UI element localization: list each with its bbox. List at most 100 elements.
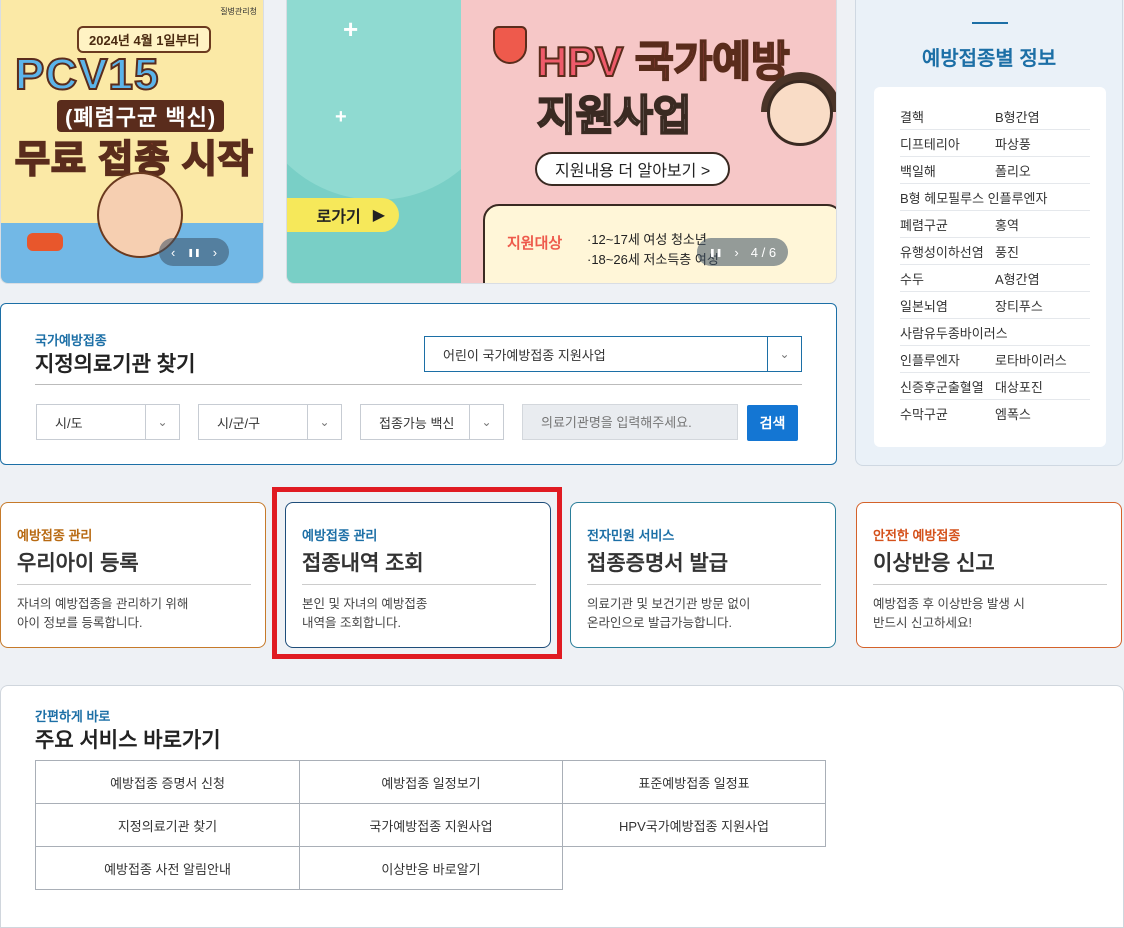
vaccine-link[interactable]: 유행성이하선염: [900, 242, 995, 261]
vaccine-link[interactable]: 수두: [900, 269, 995, 288]
card-desc-line: 반드시 신고하세요!: [873, 616, 972, 630]
program-select-value: 어린이 국가예방접종 지원사업: [443, 347, 606, 363]
card-desc-line: 본인 및 자녀의 예방접종: [302, 597, 428, 611]
vaccine-link[interactable]: 인플루엔자: [900, 350, 995, 369]
vaccine-link[interactable]: 엠폭스: [995, 404, 1090, 423]
prev-icon[interactable]: ‹: [171, 245, 175, 260]
vaccine-select[interactable]: 접종가능 백신 ⌄: [360, 404, 504, 440]
card-category: 예방접종 관리: [17, 528, 93, 543]
vaccine-link[interactable]: 폐렴구균: [900, 215, 995, 234]
vaccine-link[interactable]: 풍진: [995, 242, 1090, 261]
next-icon[interactable]: ›: [734, 245, 738, 260]
card-description: 본인 및 자녀의 예방접종 내역을 조회합니다.: [302, 595, 542, 633]
plus-icon: +: [343, 14, 359, 44]
quick-title: 주요 서비스 바로가기: [35, 729, 221, 752]
plus-icon: +: [335, 106, 347, 128]
finder-subtitle: 국가예방접종: [35, 333, 107, 348]
chevron-down-icon: ⌄: [469, 405, 503, 439]
vaccine-link[interactable]: 신증후군출혈열: [900, 377, 995, 396]
quick-link[interactable]: 지정의료기관 찾기: [35, 803, 300, 847]
vaccine-link[interactable]: 결핵: [900, 107, 995, 126]
card-desc-line: 예방접종 후 이상반응 발생 시: [873, 597, 1025, 611]
vaccine-link[interactable]: 로타바이러스: [995, 350, 1090, 369]
vaccine-select-value: 접종가능 백신: [379, 415, 455, 431]
finder-divider: [35, 384, 802, 385]
vaccine-link[interactable]: 일본뇌염: [900, 296, 995, 315]
card-desc-line: 아이 정보를 등록합니다.: [17, 616, 143, 630]
learn-more-button[interactable]: 지원내용 더 알아보기 >: [535, 152, 731, 186]
card-description: 예방접종 후 이상반응 발생 시 반드시 신고하세요!: [873, 595, 1113, 633]
quick-link[interactable]: HPV국가예방접종 지원사업: [562, 803, 826, 847]
card-title: 이상반응 신고: [873, 552, 995, 575]
card-description: 자녀의 예방접종을 관리하기 위해 아이 정보를 등록합니다.: [17, 595, 257, 633]
quick-link[interactable]: 표준예방접종 일정표: [562, 760, 826, 804]
quick-link[interactable]: 국가예방접종 지원사업: [299, 803, 563, 847]
quick-link[interactable]: 예방접종 일정보기: [299, 760, 563, 804]
pause-icon[interactable]: ❚❚: [709, 248, 722, 257]
sido-select-value: 시/도: [55, 415, 83, 431]
pause-icon[interactable]: ❚❚: [187, 248, 200, 257]
vaccine-row: 사람유두종바이러스: [900, 319, 1090, 346]
vaccine-link[interactable]: 디프테리아: [900, 134, 995, 153]
slide-counter: 4 / 6: [750, 244, 777, 260]
adverse-reaction-card[interactable]: 안전한 예방접종 이상반응 신고 예방접종 후 이상반응 발생 시 반드시 신고…: [856, 502, 1122, 648]
quick-links-section: 간편하게 바로 주요 서비스 바로가기 예방접종 증명서 신청 예방접종 일정보기…: [0, 685, 1124, 928]
pcv15-banner[interactable]: 질병관리청 2024년 4월 1일부터 PCV15 (폐렴구균 백신) 무료 접…: [0, 0, 264, 284]
card-title: 접종내역 조회: [302, 552, 424, 575]
vaccine-link[interactable]: 폴리오: [995, 161, 1090, 180]
banner1-controls: ‹ ❚❚ ›: [159, 238, 230, 266]
vaccine-row: 유행성이하선염 풍진: [900, 238, 1090, 265]
vaccine-link[interactable]: 장티푸스: [995, 296, 1090, 315]
quick-link[interactable]: 예방접종 사전 알림안내: [35, 846, 300, 890]
toy-car-illustration: [27, 233, 63, 251]
vaccine-row: 폐렴구균 홍역: [900, 211, 1090, 238]
hpv-banner[interactable]: + + HPV 국가예방 지원사업 지원내용 더 알아보기 > 로가기 ▶ 지원…: [286, 0, 837, 284]
shortcut-button[interactable]: 로가기 ▶: [287, 198, 399, 232]
certificate-issue-card[interactable]: 전자민원 서비스 접종증명서 발급 의료기관 및 보건기관 방문 없이 온라인으…: [570, 502, 836, 648]
vaccine-link[interactable]: B형 헤모필루스 인플루엔자: [900, 188, 1047, 207]
vaccine-link[interactable]: 백일해: [900, 161, 995, 180]
finder-title: 지정의료기관 찾기: [35, 353, 196, 376]
card-desc-line: 내역을 조회합니다.: [302, 616, 401, 630]
register-child-card[interactable]: 예방접종 관리 우리아이 등록 자녀의 예방접종을 관리하기 위해 아이 정보를…: [0, 502, 266, 648]
vaccine-link[interactable]: A형간염: [995, 269, 1090, 288]
sigungu-select[interactable]: 시/군/구 ⌄: [198, 404, 342, 440]
play-icon: ▶: [372, 207, 385, 224]
vaccine-row: 일본뇌염 장티푸스: [900, 292, 1090, 319]
vaccine-link[interactable]: 사람유두종바이러스: [900, 323, 1008, 342]
vaccine-link[interactable]: 파상풍: [995, 134, 1090, 153]
vaccine-link[interactable]: B형간염: [995, 107, 1090, 126]
program-select[interactable]: 어린이 국가예방접종 지원사업 ⌄: [424, 336, 802, 372]
vaccine-link[interactable]: 홍역: [995, 215, 1090, 234]
sido-select[interactable]: 시/도 ⌄: [36, 404, 180, 440]
chevron-down-icon: ⌄: [145, 405, 179, 439]
title-accent-bar: [972, 22, 1008, 24]
vaccine-row: 백일해 폴리오: [900, 157, 1090, 184]
next-icon[interactable]: ›: [213, 245, 217, 260]
vaccine-link[interactable]: 대상포진: [995, 377, 1090, 396]
agency-logo: 질병관리청: [220, 7, 257, 16]
vaccination-history-card[interactable]: 예방접종 관리 접종내역 조회 본인 및 자녀의 예방접종 내역을 조회합니다.: [285, 502, 551, 648]
student-illustration: [767, 80, 833, 146]
vaccine-row: 결핵 B형간염: [900, 103, 1090, 130]
vaccine-info-list: 결핵 B형간염 디프테리아 파상풍 백일해 폴리오 B형 헤모필루스 인플루엔자 폐렴구균 홍역…: [874, 87, 1106, 447]
vaccine-row: B형 헤모필루스 인플루엔자: [900, 184, 1090, 211]
vaccine-link[interactable]: 수막구균: [900, 404, 995, 423]
card-category: 안전한 예방접종: [873, 528, 961, 543]
card-title: 접종증명서 발급: [587, 552, 729, 575]
clinic-search-input[interactable]: [522, 404, 738, 440]
banner-subheadline: 지원사업: [536, 91, 693, 140]
card-title: 우리아이 등록: [17, 552, 139, 575]
quick-link[interactable]: 이상반응 바로알기: [299, 846, 563, 890]
shortcut-label: 로가기: [316, 209, 361, 226]
chevron-down-icon: ⌄: [307, 405, 341, 439]
quick-link[interactable]: 예방접종 증명서 신청: [35, 760, 300, 804]
card-category: 예방접종 관리: [302, 528, 378, 543]
clinic-finder: 국가예방접종 지정의료기관 찾기 어린이 국가예방접종 지원사업 ⌄ 시/도 ⌄…: [0, 303, 837, 465]
card-desc-line: 온라인으로 발급가능합니다.: [587, 616, 732, 630]
banner-headline: PCV15: [14, 49, 160, 100]
search-button[interactable]: 검색: [747, 405, 798, 441]
quick-links-grid: 예방접종 증명서 신청 예방접종 일정보기 표준예방접종 일정표지정의료기관 찾기 국…: [35, 760, 826, 890]
vaccine-info-title: 예방접종별 정보: [921, 48, 1057, 70]
card-divider: [873, 584, 1107, 585]
